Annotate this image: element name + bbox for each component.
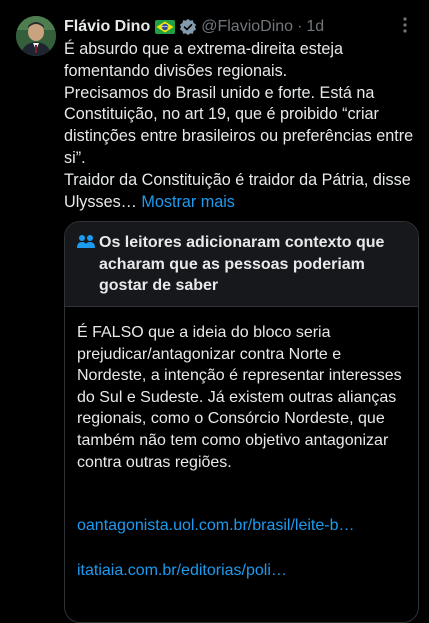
brazil-flag-icon bbox=[155, 20, 176, 34]
verified-badge-icon[interactable] bbox=[179, 18, 197, 36]
tweet-header: Flávio Dino @FlavioDino · 1d bbox=[64, 15, 417, 39]
separator-dot: · bbox=[297, 18, 303, 35]
community-note-title: Os leitores adicionaram contexto que ach… bbox=[99, 234, 385, 294]
show-more-link[interactable]: Mostrar mais bbox=[141, 193, 235, 211]
author-name[interactable]: Flávio Dino bbox=[64, 18, 150, 36]
tweet-text-line: Traidor da Constituição é traidor da Pát… bbox=[64, 170, 416, 214]
avatar[interactable] bbox=[16, 16, 56, 56]
tweet-timestamp[interactable]: 1d bbox=[306, 18, 324, 36]
people-icon bbox=[77, 234, 95, 255]
avatar-image bbox=[16, 16, 56, 56]
source-link[interactable]: oantagonista.uol.com.br/brasil/leite-b… bbox=[77, 517, 407, 535]
tweet-text: É absurdo que a extrema-direita esteja f… bbox=[64, 39, 416, 213]
tweet[interactable]: Flávio Dino @FlavioDino · 1d É absurdo q… bbox=[0, 0, 429, 623]
source-link[interactable]: itatiaia.com.br/editorias/poli… bbox=[77, 562, 407, 580]
tweet-text-line: É absurdo que a extrema-direita esteja f… bbox=[64, 40, 343, 80]
tweet-text-segment: Traidor da Constituição é traidor da Pát… bbox=[64, 170, 411, 211]
author-handle[interactable]: @FlavioDino bbox=[201, 18, 293, 36]
community-note-body: É FALSO que a ideia do bloco seria preju… bbox=[77, 324, 402, 471]
more-options-icon[interactable] bbox=[395, 15, 415, 35]
community-note-header: Os leitores adicionaram contexto que ach… bbox=[65, 222, 418, 307]
tweet-text-line: Precisamos do Brasil unido e forte. Está… bbox=[64, 83, 414, 167]
community-note[interactable]: Os leitores adicionaram contexto que ach… bbox=[64, 221, 419, 623]
